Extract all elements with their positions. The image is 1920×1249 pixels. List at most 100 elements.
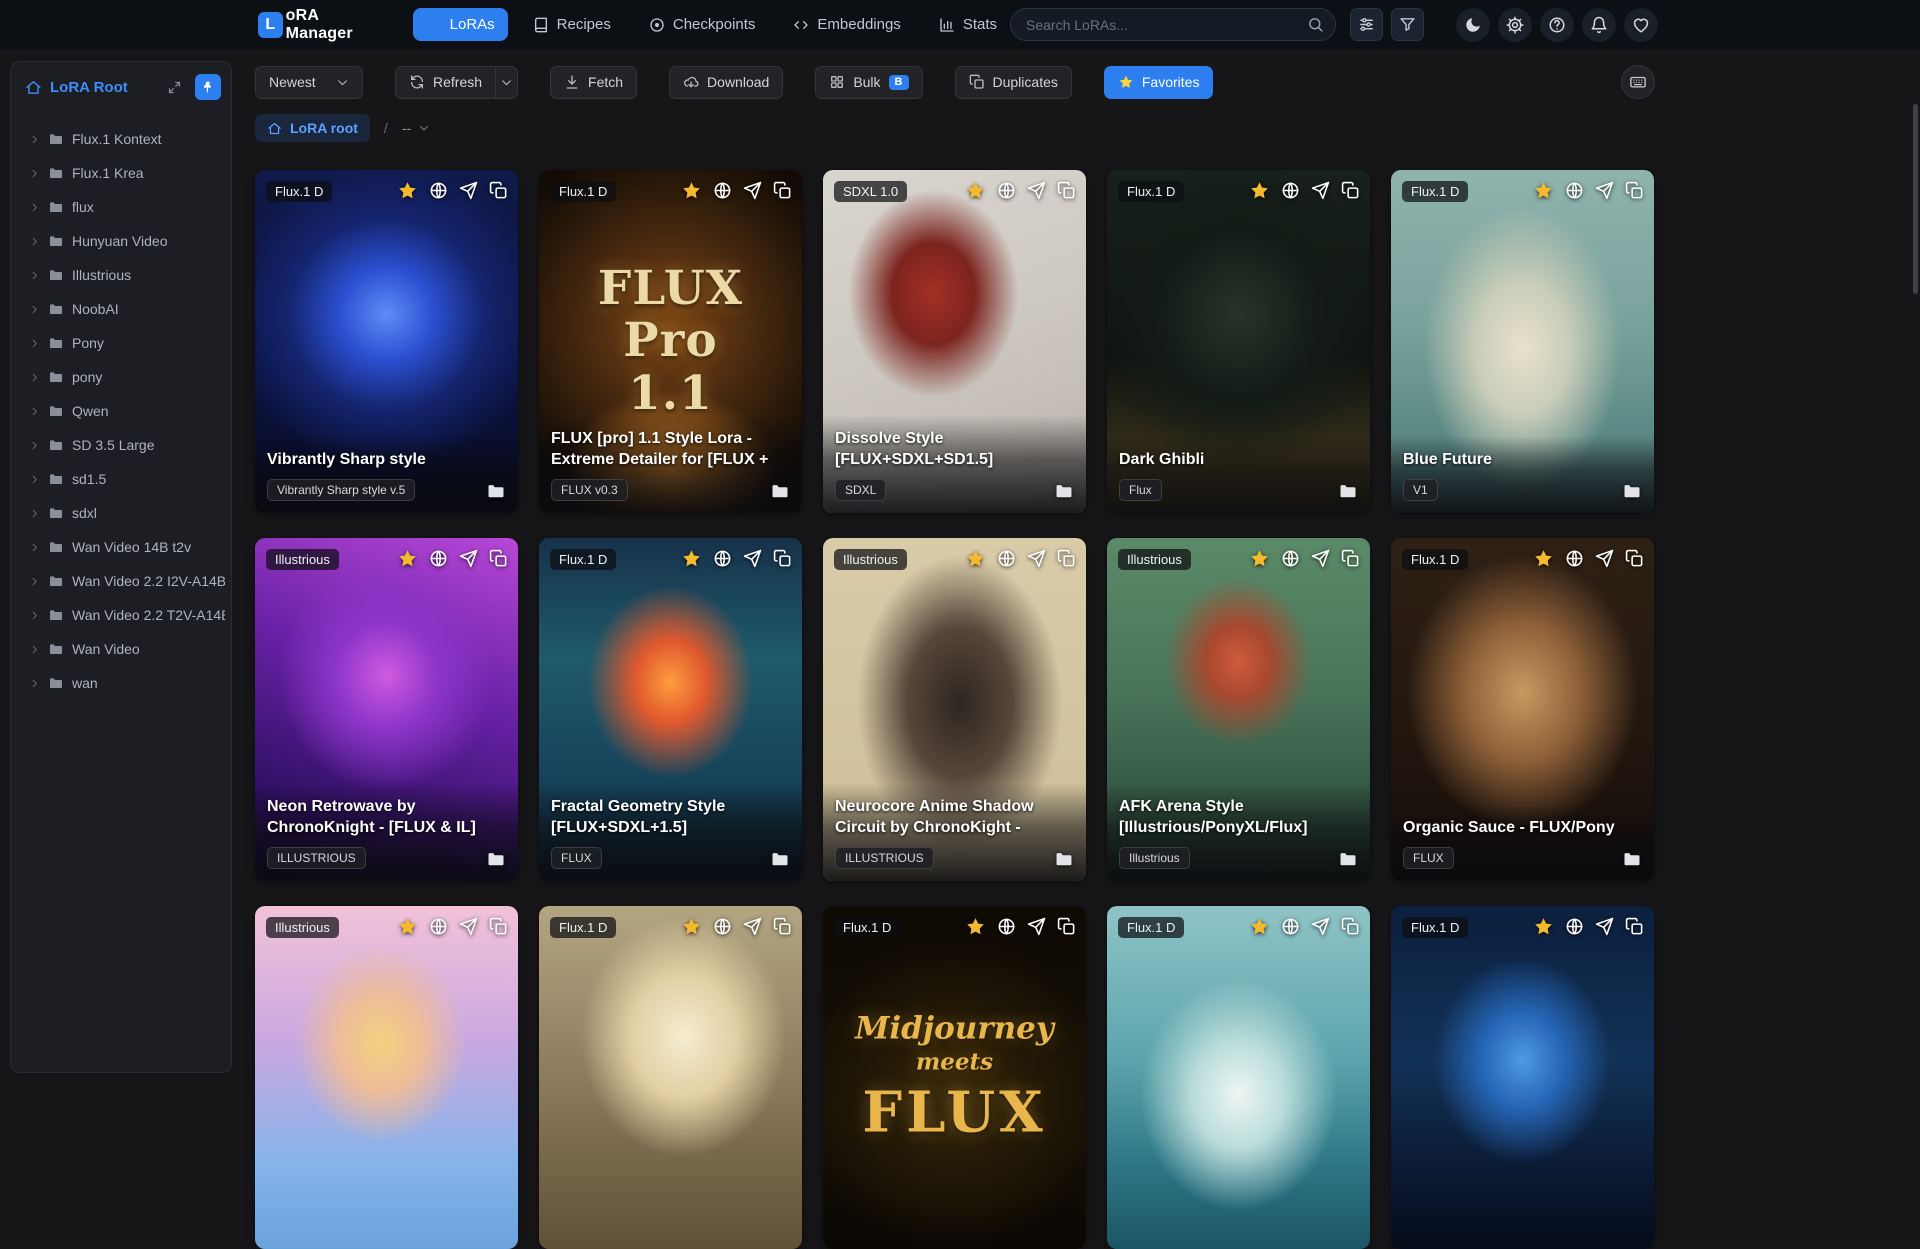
folder-item[interactable]: Hunyuan Video [17,224,225,258]
send-icon[interactable] [1311,181,1330,200]
favorite-star-icon[interactable] [1249,180,1270,201]
globe-icon[interactable] [1281,917,1300,936]
globe-icon[interactable] [713,181,732,200]
globe-icon[interactable] [1281,549,1300,568]
folder-open-icon[interactable] [1622,849,1642,869]
send-icon[interactable] [1311,549,1330,568]
refresh-button[interactable]: Refresh [395,65,496,99]
bell-button[interactable] [1582,7,1616,42]
folder-open-icon[interactable] [1054,481,1074,501]
favorite-star-icon[interactable] [1249,916,1270,937]
lora-card[interactable]: Flux.1 D Midjourney meets FLUX [823,906,1086,1249]
keyboard-shortcuts-button[interactable] [1621,65,1655,99]
nav-item-loras[interactable]: LoRAs [412,8,508,41]
send-icon[interactable] [743,549,762,568]
folder-item[interactable]: Wan Video 14B t2v [17,530,225,564]
copy-icon[interactable] [1057,917,1076,936]
favorite-star-icon[interactable] [1249,548,1270,569]
copy-icon[interactable] [489,181,508,200]
globe-icon[interactable] [1565,549,1584,568]
nav-item-checkpoints[interactable]: Checkpoints [636,8,769,41]
expand-all-button[interactable] [161,74,187,100]
folder-open-icon[interactable] [1338,849,1358,869]
lora-card[interactable]: Illustrious AFK Arena Style [Illustrious/… [1107,538,1370,881]
lora-card[interactable]: Illustrious Neurocore Anime Shadow Circui… [823,538,1086,881]
globe-icon[interactable] [997,917,1016,936]
copy-icon[interactable] [489,549,508,568]
folder-open-icon[interactable] [486,849,506,869]
lora-card[interactable]: Flux.1 D [1391,906,1654,1249]
gear-button[interactable] [1498,7,1532,42]
duplicates-button[interactable]: Duplicates [954,65,1072,99]
lora-card[interactable]: Flux.1 D FLUX Pro 1.1 FLUX [pro] 1.1 Style L… [539,170,802,513]
folder-item[interactable]: pony [17,360,225,394]
lora-card[interactable]: Illustrious [255,906,518,1249]
copy-icon[interactable] [1625,181,1644,200]
scrollbar-thumb[interactable] [1913,104,1918,294]
folder-item[interactable]: NoobAI [17,292,225,326]
lora-card[interactable]: Flux.1 D Blue Future V1 [1391,170,1654,513]
download-button[interactable]: Download [669,65,784,99]
favorite-star-icon[interactable] [1533,180,1554,201]
breadcrumb-folder-dropdown[interactable]: -- [402,120,430,136]
copy-icon[interactable] [1625,917,1644,936]
folder-item[interactable]: Wan Video [17,632,225,666]
folder-item[interactable]: flux [17,190,225,224]
folder-item[interactable]: Wan Video 2.2 I2V-A14B [17,564,225,598]
favorite-star-icon[interactable] [1533,548,1554,569]
sidebar-root-label[interactable]: LoRA Root [50,79,153,96]
send-icon[interactable] [459,549,478,568]
search-options-button[interactable] [1350,8,1383,41]
send-icon[interactable] [1595,549,1614,568]
search-input[interactable] [1010,8,1336,41]
folder-item[interactable]: Pony [17,326,225,360]
copy-icon[interactable] [489,917,508,936]
folder-item[interactable]: Qwen [17,394,225,428]
favorite-star-icon[interactable] [1533,916,1554,937]
globe-icon[interactable] [713,549,732,568]
globe-icon[interactable] [429,181,448,200]
bulk-button[interactable]: Bulk B [815,65,923,99]
favorite-star-icon[interactable] [681,180,702,201]
folder-open-icon[interactable] [1338,481,1358,501]
copy-icon[interactable] [1341,917,1360,936]
folder-item[interactable]: Wan Video 2.2 T2V-A14B [17,598,225,632]
copy-icon[interactable] [1341,549,1360,568]
copy-icon[interactable] [1057,549,1076,568]
nav-item-recipes[interactable]: Recipes [520,8,624,41]
folder-item[interactable]: Flux.1 Krea [17,156,225,190]
moon-button[interactable] [1456,7,1490,42]
copy-icon[interactable] [773,549,792,568]
send-icon[interactable] [1595,917,1614,936]
folder-item[interactable]: Flux.1 Kontext [17,122,225,156]
folder-open-icon[interactable] [1622,481,1642,501]
lora-card[interactable]: Flux.1 D Fractal Geometry Style [FLUX+SDX… [539,538,802,881]
folder-open-icon[interactable] [770,481,790,501]
send-icon[interactable] [459,917,478,936]
copy-icon[interactable] [773,181,792,200]
lora-card[interactable]: Flux.1 D Vibrantly Sharp style Vibrantly S… [255,170,518,513]
globe-icon[interactable] [1281,181,1300,200]
folder-open-icon[interactable] [486,481,506,501]
send-icon[interactable] [1027,549,1046,568]
favorites-button[interactable]: Favorites [1103,65,1214,99]
send-icon[interactable] [743,917,762,936]
favorite-star-icon[interactable] [965,180,986,201]
send-icon[interactable] [459,181,478,200]
favorite-star-icon[interactable] [965,916,986,937]
favorite-star-icon[interactable] [681,916,702,937]
copy-icon[interactable] [773,917,792,936]
lora-card[interactable]: Flux.1 D Dark Ghibli Flux [1107,170,1370,513]
folder-item[interactable]: sd1.5 [17,462,225,496]
globe-icon[interactable] [429,549,448,568]
heart-button[interactable] [1624,7,1658,42]
favorite-star-icon[interactable] [965,548,986,569]
lora-card[interactable]: Flux.1 D [1107,906,1370,1249]
lora-card[interactable]: Illustrious Neon Retrowave by ChronoKnigh… [255,538,518,881]
filter-button[interactable] [1391,8,1424,41]
refresh-dropdown-toggle[interactable] [495,65,519,99]
breadcrumb-root[interactable]: LoRA root [255,114,370,142]
pin-sidebar-button[interactable] [195,74,221,100]
folder-item[interactable]: SD 3.5 Large [17,428,225,462]
send-icon[interactable] [1027,917,1046,936]
